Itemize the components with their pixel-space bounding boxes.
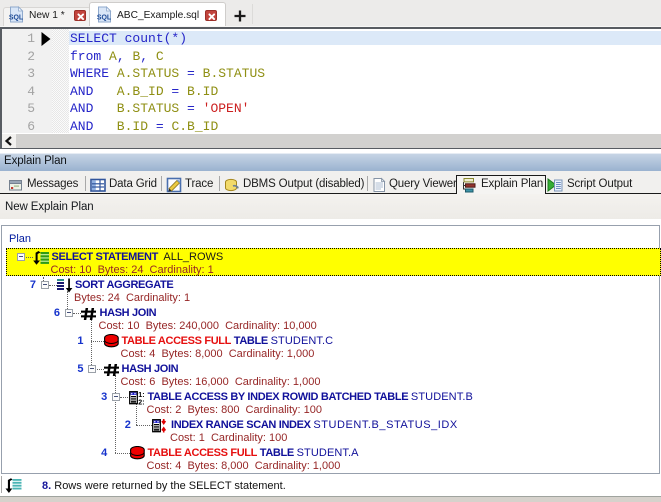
- svg-text:SQL: SQL: [9, 15, 24, 22]
- svg-text:1:: 1:: [138, 392, 144, 399]
- svg-text:SQL: SQL: [97, 15, 112, 22]
- svg-text:2:: 2:: [138, 399, 144, 405]
